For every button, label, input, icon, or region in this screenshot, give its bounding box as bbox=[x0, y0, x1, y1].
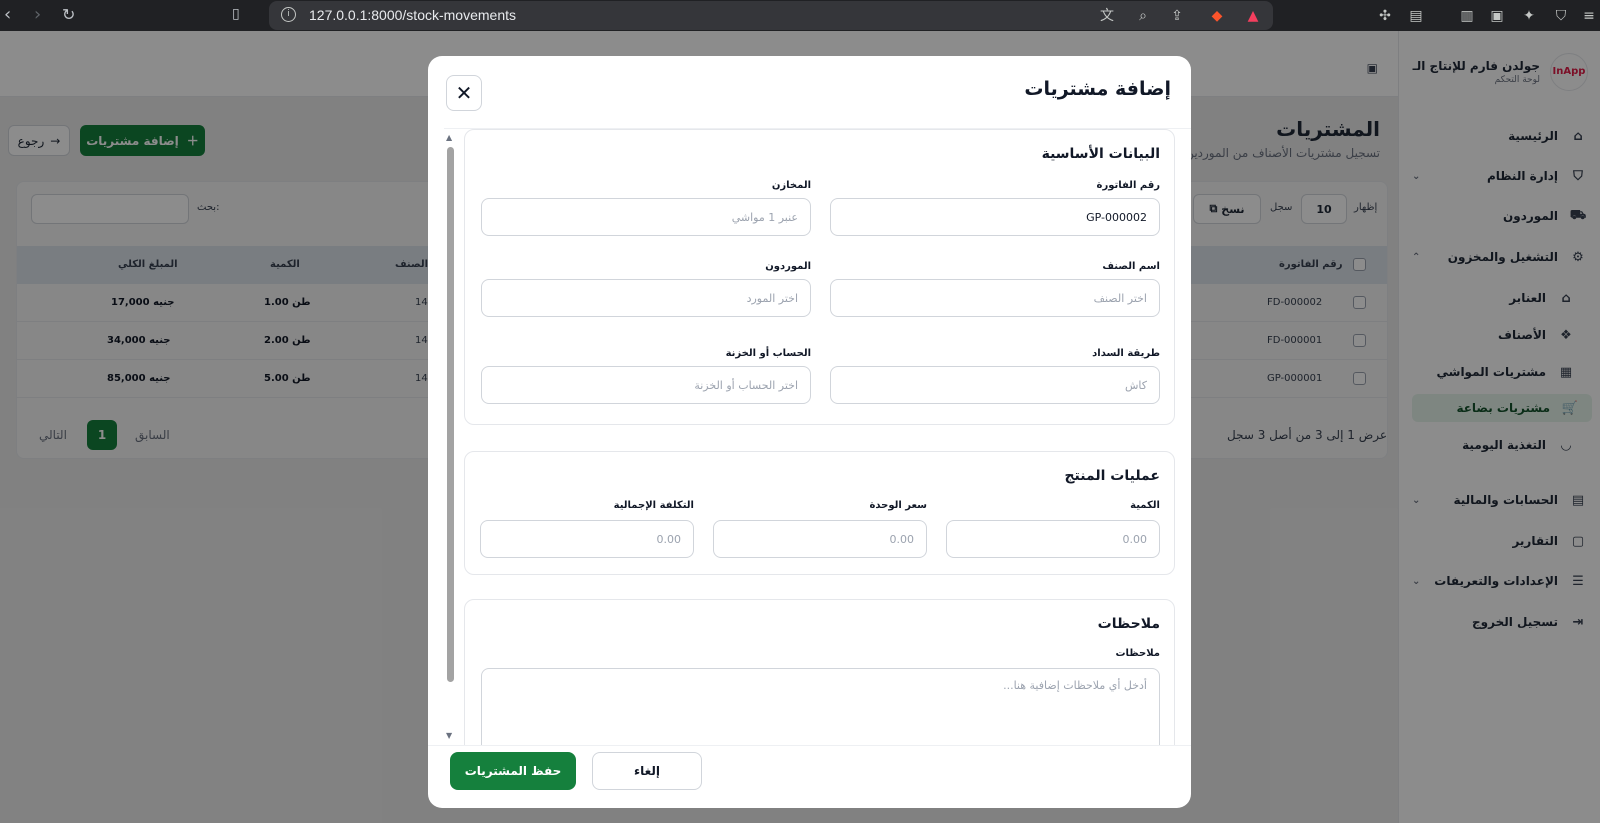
item-name-label: اسم الصنف bbox=[1102, 261, 1160, 272]
zoom-icon[interactable]: ⌕ bbox=[1134, 7, 1152, 25]
reader-icon[interactable]: ▤ bbox=[1407, 7, 1425, 25]
url-text: 127.0.0.1:8000/stock-movements bbox=[309, 7, 517, 23]
address-bar[interactable]: i 127.0.0.1:8000/stock-movements bbox=[269, 1, 1273, 30]
total-cost-label: التكلفة الإجمالية bbox=[613, 500, 694, 511]
account-select[interactable]: اختر الحساب أو الخزنة bbox=[481, 366, 811, 404]
total-cost-field[interactable]: 0.00 bbox=[480, 520, 694, 558]
leo-icon[interactable]: ✦ bbox=[1520, 7, 1538, 25]
notes-textarea[interactable]: أدخل أي ملاحظات إضافية هنا... bbox=[481, 668, 1160, 745]
account-label: الحساب أو الخزنة bbox=[725, 348, 811, 359]
extensions-icon[interactable]: ✣ bbox=[1376, 7, 1394, 25]
modal-title: إضافة مشتريات bbox=[1024, 78, 1171, 100]
unit-price-field[interactable]: 0.00 bbox=[713, 520, 927, 558]
warehouse-label: المخازن bbox=[771, 180, 811, 191]
supplier-label: الموردون bbox=[765, 261, 811, 272]
back-icon[interactable]: ‹ bbox=[4, 4, 11, 25]
bookmark-icon[interactable]: ▯ bbox=[232, 6, 240, 22]
add-purchase-modal: إضافة مشتريات ✕ ▲ ▼ البيانات الأساسية رق… bbox=[428, 56, 1191, 808]
wallet-icon[interactable]: ▣ bbox=[1488, 7, 1506, 25]
scroll-up-icon[interactable]: ▲ bbox=[446, 133, 452, 142]
scrollbar-thumb[interactable] bbox=[447, 147, 454, 682]
forward-icon[interactable]: › bbox=[34, 4, 41, 25]
menu-icon[interactable]: ≡ bbox=[1580, 7, 1598, 25]
browser-toolbar: ‹ › ↻ ▯ i 127.0.0.1:8000/stock-movements… bbox=[0, 0, 1600, 31]
invoice-label: رقم الفاتورة bbox=[1096, 180, 1160, 191]
product-operations-section: عمليات المنتج الكمية 0.00 سعر الوحدة 0.0… bbox=[464, 451, 1175, 575]
notes-section: ملاحظات ملاحظات أدخل أي ملاحظات إضافية ه… bbox=[464, 599, 1175, 745]
basic-section-title: البيانات الأساسية bbox=[1041, 146, 1160, 162]
share-icon[interactable]: ⇪ bbox=[1168, 7, 1186, 25]
notes-label: ملاحظات bbox=[1115, 648, 1160, 659]
invoice-number-field[interactable]: GP-000002 bbox=[830, 198, 1160, 236]
product-section-title: عمليات المنتج bbox=[1064, 468, 1160, 484]
translate-icon[interactable]: 文 bbox=[1098, 7, 1116, 25]
payment-method-select[interactable]: كاش bbox=[830, 366, 1160, 404]
warehouse-select[interactable]: عنبر 1 مواشي bbox=[481, 198, 811, 236]
notes-section-title: ملاحظات bbox=[1097, 616, 1160, 632]
sidebar-toggle-icon[interactable]: ▥ bbox=[1458, 7, 1476, 25]
modal-footer: حفظ المشتريات إلغاء bbox=[428, 745, 1191, 808]
supplier-select[interactable]: اختر المورد bbox=[481, 279, 811, 317]
cancel-button[interactable]: إلغاء bbox=[592, 752, 702, 790]
modal-scrollbar[interactable]: ▲ ▼ bbox=[444, 129, 458, 745]
basic-data-section: البيانات الأساسية رقم الفاتورة GP-000002… bbox=[464, 129, 1175, 425]
vpn-icon[interactable]: ⛉ bbox=[1552, 7, 1570, 25]
payment-method-label: طريقة السداد bbox=[1092, 348, 1160, 359]
reload-icon[interactable]: ↻ bbox=[62, 5, 75, 24]
brave-shield-icon[interactable]: ◆ bbox=[1208, 7, 1226, 25]
quantity-field[interactable]: 0.00 bbox=[946, 520, 1160, 558]
rewards-icon[interactable]: ▲ bbox=[1244, 7, 1262, 25]
modal-body: ▲ ▼ البيانات الأساسية رقم الفاتورة GP-00… bbox=[444, 128, 1191, 745]
unit-price-label: سعر الوحدة bbox=[869, 500, 927, 511]
site-info-icon[interactable]: i bbox=[281, 7, 296, 22]
scroll-down-icon[interactable]: ▼ bbox=[446, 731, 452, 740]
item-select[interactable]: اختر الصنف bbox=[830, 279, 1160, 317]
quantity-label: الكمية bbox=[1130, 500, 1160, 511]
save-purchase-button[interactable]: حفظ المشتريات bbox=[450, 752, 576, 790]
close-icon[interactable]: ✕ bbox=[446, 75, 482, 111]
